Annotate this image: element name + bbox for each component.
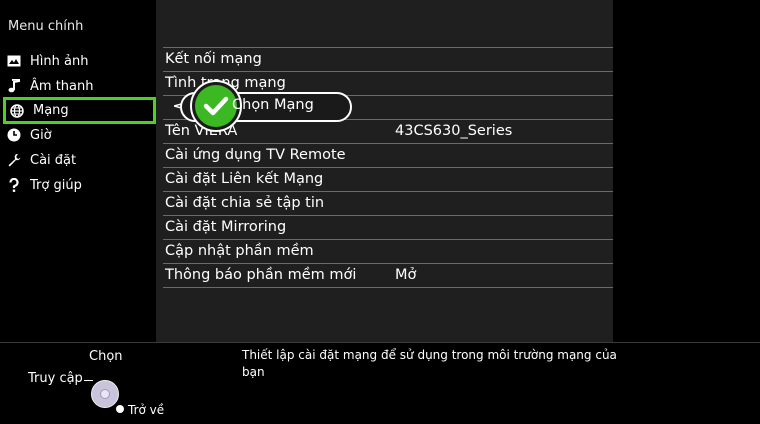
sidebar-item-label: Cài đặt <box>30 152 77 168</box>
menu-row-software-update[interactable]: Cập nhật phần mềm <box>163 240 613 264</box>
wrench-icon <box>6 152 22 168</box>
row-value: 43CS630_Series <box>395 123 513 139</box>
back-hint: Trở về <box>128 403 165 417</box>
menu-row-network-connection[interactable]: Kết nối mạng <box>163 48 613 72</box>
access-hint: Truy cập <box>28 371 83 386</box>
sidebar-item-label: Mạng <box>33 103 69 118</box>
network-settings-panel: Kết nối mạng Tình trạng mạng Tên VIERA 4… <box>156 0 613 342</box>
select-hint: Chọn <box>89 349 123 364</box>
remote-ok-button-icon <box>100 389 110 399</box>
main-menu-sidebar: Menu chính Hình ảnh Âm thanh Mạng Giờ Cà… <box>0 0 156 342</box>
access-hint-connector <box>84 380 93 381</box>
row-label: Cập nhật phần mềm <box>165 243 314 259</box>
menu-row-new-software-notice[interactable]: Thông báo phần mềm mới Mở <box>163 264 613 288</box>
sidebar-item-picture[interactable]: Hình ảnh <box>6 50 154 72</box>
right-blank-panel <box>613 0 760 342</box>
clock-icon <box>6 127 22 143</box>
row-label: Cài đặt Liên kết Mạng <box>165 171 324 187</box>
music-note-icon <box>6 78 22 94</box>
row-label: Cài đặt Mirroring <box>165 219 287 235</box>
row-label: Cài ứng dụng TV Remote <box>165 147 346 163</box>
bottom-help-bar: Chọn Truy cập Trở về Thiết lập cài đặt m… <box>0 342 760 424</box>
picture-icon <box>6 53 22 69</box>
sidebar-item-settings[interactable]: Cài đặt <box>6 149 154 171</box>
sidebar-item-label: Giờ <box>30 127 52 143</box>
globe-icon <box>9 103 25 119</box>
sidebar-item-help[interactable]: Trợ giúp <box>6 174 154 196</box>
help-description: Thiết lập cài đặt mạng để sử dụng trong … <box>242 348 617 379</box>
sidebar-item-time[interactable]: Giờ <box>6 124 154 146</box>
instruction-callout: Chọn Mạng <box>160 80 355 132</box>
row-label: Cài đặt chia sẻ tập tin <box>165 195 325 211</box>
row-value: Mở <box>395 267 417 283</box>
main-menu-title: Menu chính <box>8 19 84 34</box>
question-icon <box>6 177 22 193</box>
sidebar-item-label: Âm thanh <box>30 78 94 94</box>
menu-row-network-link-settings[interactable]: Cài đặt Liên kết Mạng <box>163 168 613 192</box>
sidebar-item-network[interactable]: Mạng <box>3 97 156 124</box>
remote-dpad-icon <box>91 380 119 408</box>
back-dot-icon <box>116 405 124 413</box>
checkmark-icon <box>195 85 237 127</box>
menu-row-file-sharing-settings[interactable]: Cài đặt chia sẻ tập tin <box>163 192 613 216</box>
sidebar-item-label: Hình ảnh <box>30 53 89 69</box>
row-label: Thông báo phần mềm mới <box>165 267 357 283</box>
menu-row-tv-remote-app[interactable]: Cài ứng dụng TV Remote <box>163 144 613 168</box>
sidebar-item-label: Trợ giúp <box>30 177 82 193</box>
row-label: Kết nối mạng <box>165 51 262 67</box>
sidebar-item-sound[interactable]: Âm thanh <box>6 75 154 97</box>
callout-text: Chọn Mạng <box>232 97 314 113</box>
menu-row-mirroring-settings[interactable]: Cài đặt Mirroring <box>163 216 613 240</box>
